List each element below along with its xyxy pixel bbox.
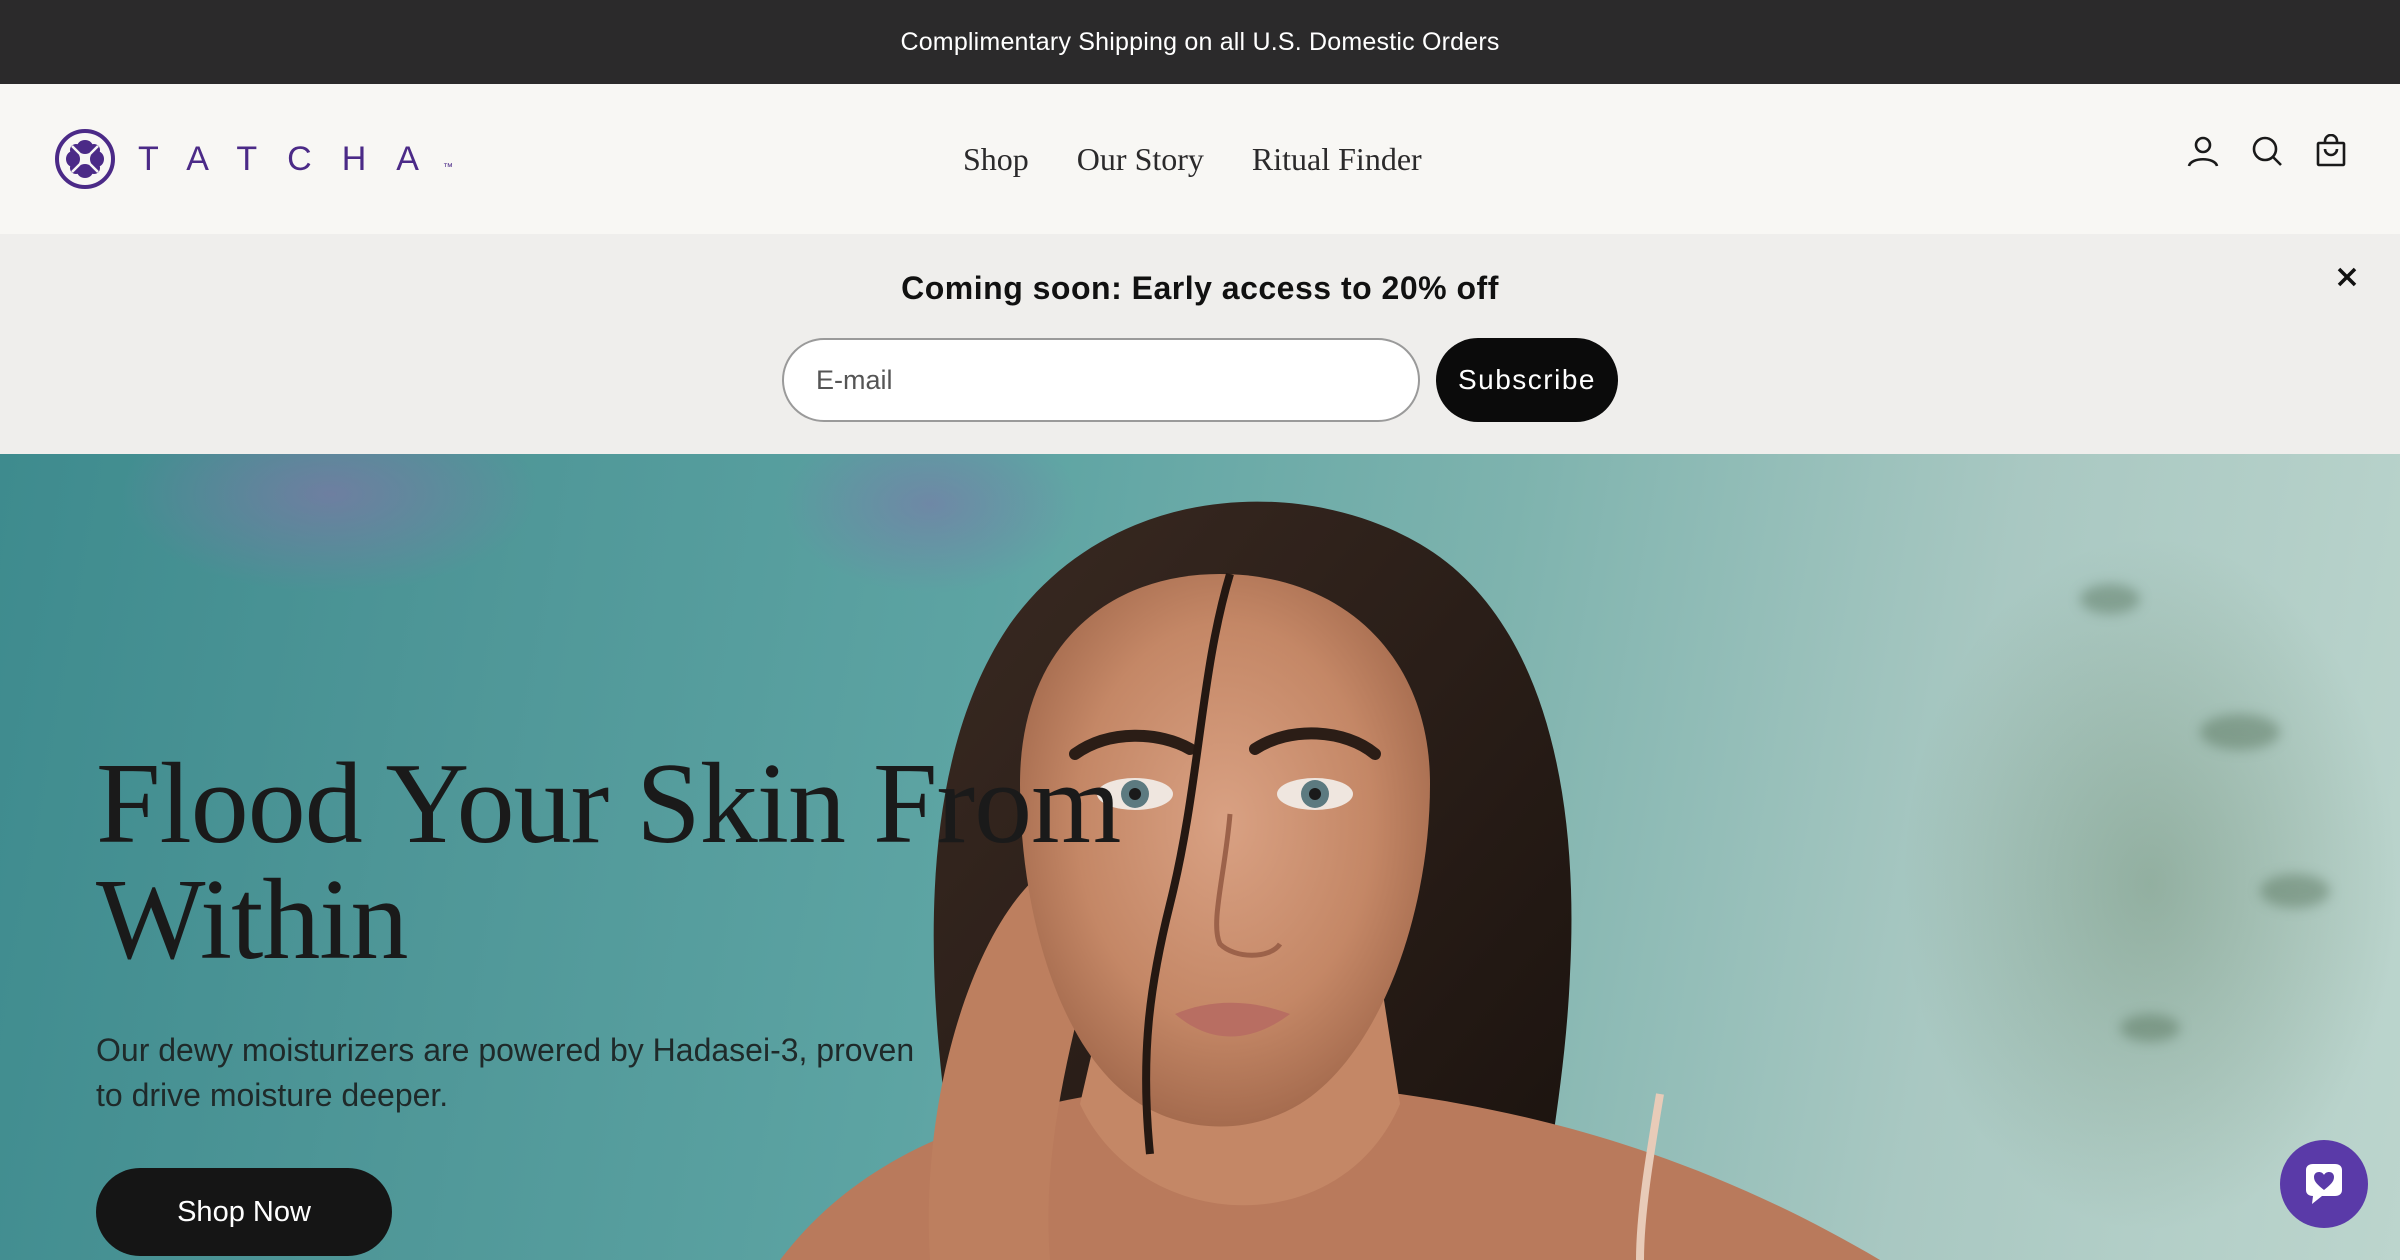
hero-subtitle: Our dewy moisturizers are powered by Had… <box>96 1028 996 1118</box>
email-input[interactable] <box>782 338 1420 422</box>
account-icon[interactable] <box>2186 134 2220 168</box>
promo-heading: Coming soon: Early access to 20% off <box>901 270 1499 306</box>
hero-heading-line2: Within <box>96 856 409 984</box>
tatcha-logo-icon <box>55 129 115 189</box>
hero-subtitle-line2: to drive moisture deeper. <box>96 1077 449 1113</box>
background-leaf <box>2120 1014 2180 1042</box>
search-icon[interactable] <box>2250 134 2284 168</box>
site-header: TATCHA ™ Shop Our Story Ritual Finder <box>0 84 2400 234</box>
announcement-bar: Complimentary Shipping on all U.S. Domes… <box>0 0 2400 84</box>
tatcha-logo[interactable]: TATCHA ™ <box>54 128 453 190</box>
background-leaf <box>2260 874 2330 908</box>
promo-signup-bar: Coming soon: Early access to 20% off Sub… <box>0 234 2400 454</box>
background-blur <box>120 454 540 594</box>
chat-heart-icon <box>2306 1164 2342 1204</box>
shop-now-button[interactable]: Shop Now <box>96 1168 392 1256</box>
close-icon[interactable] <box>2330 260 2364 294</box>
cart-icon[interactable] <box>2314 134 2348 168</box>
hero-heading-line1: Flood Your Skin From <box>96 740 1121 868</box>
logo-trademark: ™ <box>442 161 453 173</box>
nav-our-story[interactable]: Our Story <box>1077 141 1204 178</box>
background-leaf <box>2080 584 2140 614</box>
main-nav: Shop Our Story Ritual Finder <box>963 84 1422 234</box>
subscribe-button[interactable]: Subscribe <box>1436 338 1618 422</box>
nav-ritual-finder[interactable]: Ritual Finder <box>1252 141 1422 178</box>
hero-banner: Flood Your Skin From Within Our dewy moi… <box>0 454 2400 1260</box>
nav-shop[interactable]: Shop <box>963 141 1029 178</box>
chat-button[interactable] <box>2280 1140 2368 1228</box>
header-actions <box>2186 134 2348 168</box>
background-leaf <box>2200 714 2280 750</box>
hero-subtitle-line1: Our dewy moisturizers are powered by Had… <box>96 1032 915 1068</box>
announcement-text: Complimentary Shipping on all U.S. Domes… <box>900 27 1500 56</box>
hero-heading: Flood Your Skin From Within <box>96 746 1196 978</box>
logo-wordmark: TATCHA <box>138 139 449 178</box>
